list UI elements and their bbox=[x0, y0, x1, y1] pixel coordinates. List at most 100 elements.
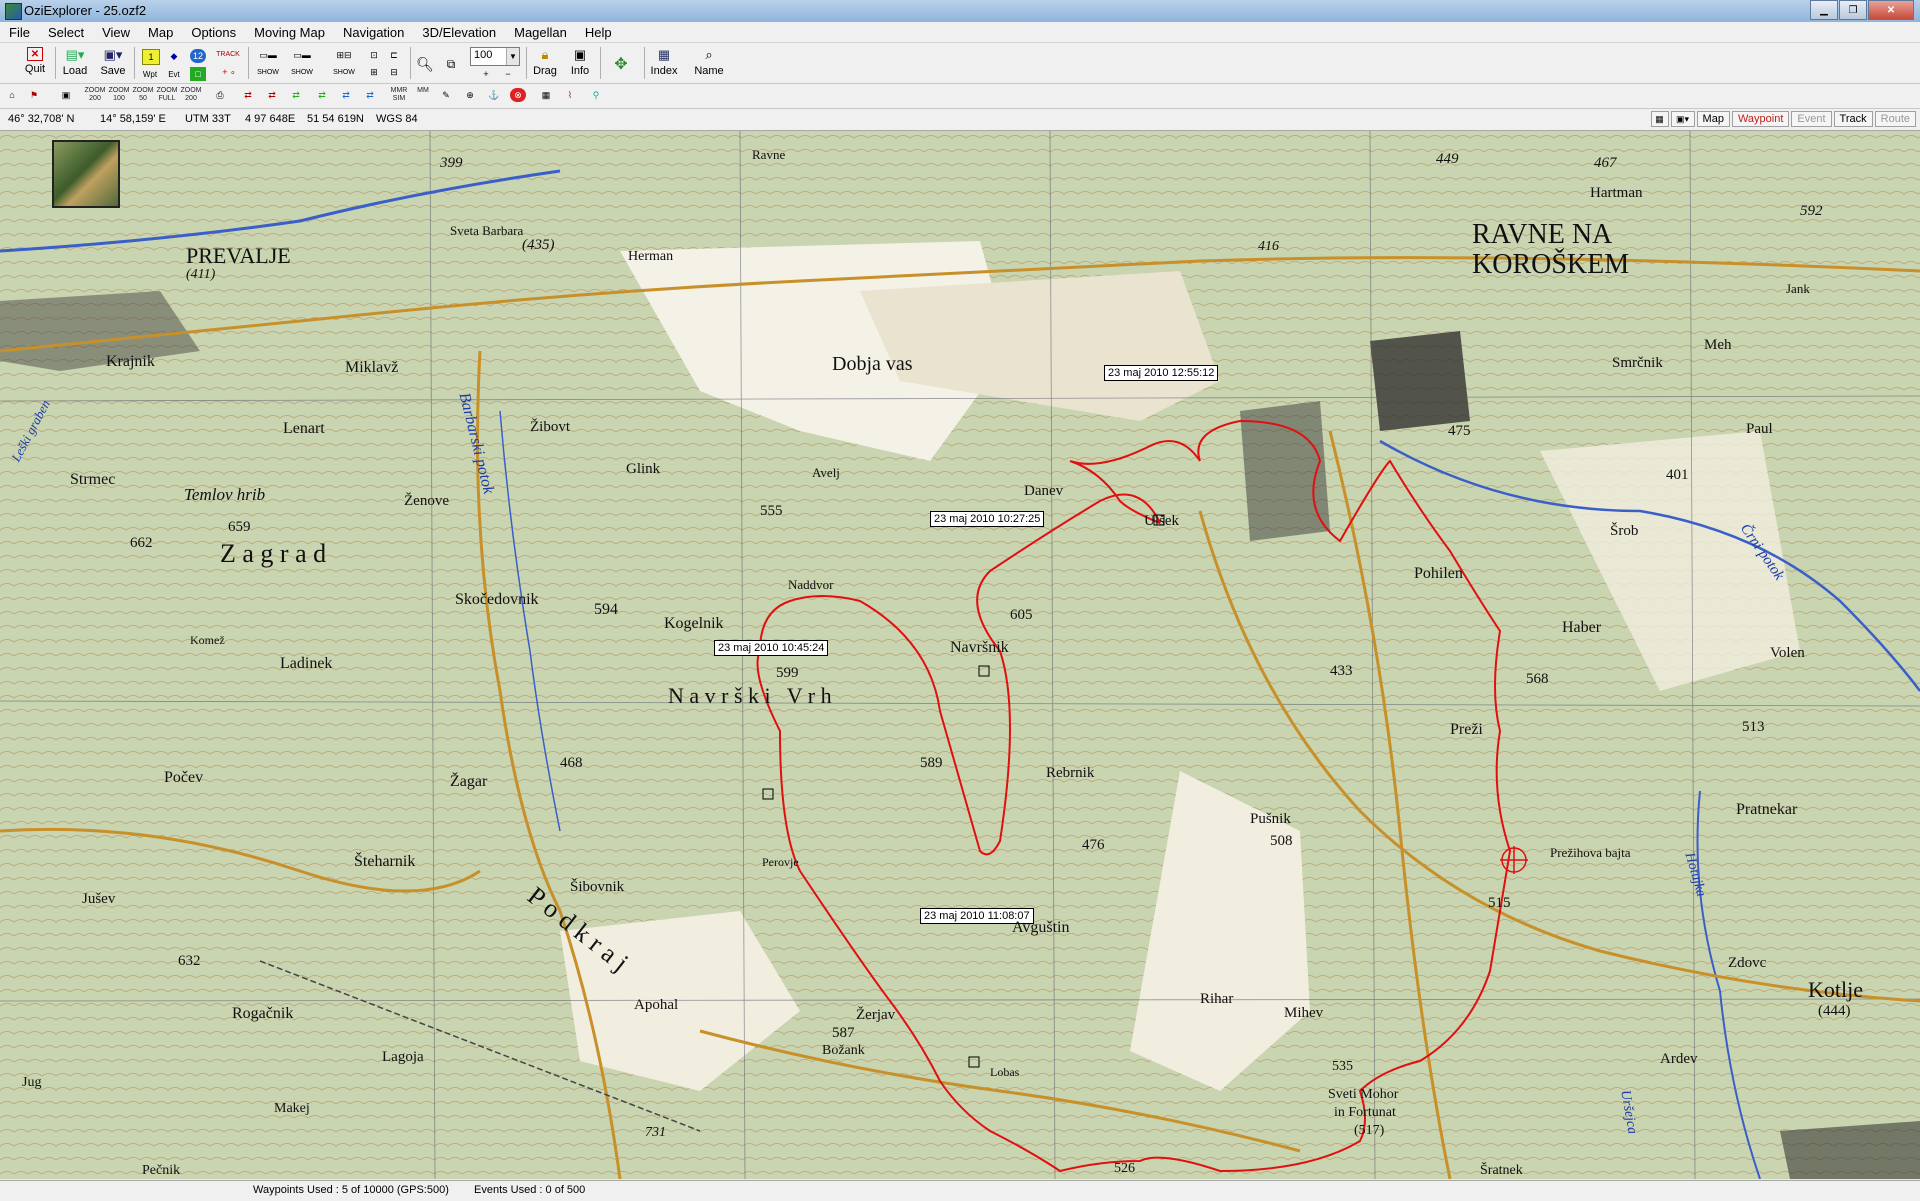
height-label: 594 bbox=[594, 601, 618, 618]
tool-icon[interactable]: ⊞ bbox=[366, 65, 382, 79]
mm-button[interactable]: MM bbox=[414, 87, 432, 105]
track-label[interactable]: TRACK bbox=[212, 47, 244, 61]
menu-navigation[interactable]: Navigation bbox=[334, 22, 413, 42]
place-label: Miklavž bbox=[345, 359, 399, 376]
height-label: 587 bbox=[832, 1025, 855, 1041]
tab-waypoint[interactable]: Waypoint bbox=[1731, 111, 1790, 127]
event-list-icon[interactable]: ▭▬ bbox=[288, 48, 316, 62]
pan-arrows-icon[interactable]: ✥ bbox=[604, 47, 638, 81]
title-bar: OziExplorer - 25.ozf2 ▁ ❐ ✕ bbox=[0, 0, 1920, 22]
menu-map[interactable]: Map bbox=[139, 22, 182, 42]
place-label: Glink bbox=[626, 461, 661, 477]
menu-magellan[interactable]: Magellan bbox=[505, 22, 576, 42]
minimize-button[interactable]: ▁ bbox=[1810, 0, 1838, 20]
tab-map[interactable]: Map bbox=[1696, 111, 1730, 127]
magnifier-icon[interactable]: 🔍︎ bbox=[416, 55, 434, 73]
route-list-icon[interactable]: ⊞⊟ bbox=[330, 48, 358, 62]
place-label: Šratnek bbox=[1480, 1163, 1523, 1178]
maximize-button[interactable]: ❐ bbox=[1839, 0, 1867, 20]
tab-track[interactable]: Track bbox=[1833, 111, 1873, 127]
gps-waypoint-icon[interactable]: ⇄ bbox=[240, 88, 256, 102]
drag-button[interactable]: 🔒︎ Drag bbox=[530, 45, 560, 81]
save-button[interactable]: ▣▾ Save bbox=[98, 45, 128, 81]
overview-window[interactable] bbox=[52, 140, 120, 208]
waypoint-label[interactable]: 23 maj 2010 10:27:25 bbox=[930, 511, 1045, 527]
datum-readout: WGS 84 bbox=[376, 113, 418, 125]
close-button[interactable]: ✕ bbox=[1868, 0, 1914, 20]
wpt-label[interactable]: Wpt bbox=[142, 67, 158, 81]
measure-icon[interactable]: ⊟ bbox=[386, 65, 402, 79]
target-icon[interactable]: ⊕ bbox=[462, 88, 478, 102]
pencil-icon[interactable]: ✎ bbox=[438, 88, 454, 102]
zoom-100-button[interactable]: ZOOM 100 bbox=[108, 87, 130, 105]
zoom-200b-button[interactable]: ZOOM 200 bbox=[180, 87, 202, 105]
map-mark-icon[interactable]: ⚑ bbox=[26, 88, 42, 102]
plus-circle-icon[interactable]: + ∘ bbox=[214, 65, 244, 79]
map-grid-icon[interactable]: ▦ bbox=[1650, 111, 1669, 127]
height-label: 662 bbox=[130, 535, 153, 551]
waypoint-label[interactable]: 23 maj 2010 12:55:12 bbox=[1104, 365, 1219, 381]
zoom-full-button[interactable]: ZOOM FULL bbox=[156, 87, 178, 105]
show-events-label[interactable]: SHOW bbox=[288, 65, 316, 79]
disk-icon: ▣▾ bbox=[103, 47, 123, 62]
green-square-icon[interactable]: □ bbox=[190, 67, 206, 81]
tower-icon[interactable]: ⚲ bbox=[588, 88, 604, 102]
map-tool-icon[interactable]: ⌂ bbox=[4, 88, 20, 102]
info-button[interactable]: ▣ Info bbox=[565, 45, 595, 81]
menu-view[interactable]: View bbox=[93, 22, 139, 42]
grid-icon[interactable]: ▦ bbox=[538, 88, 554, 102]
chart-icon[interactable]: ⌇ bbox=[562, 88, 578, 102]
easting-readout: 4 97 648E bbox=[245, 113, 296, 125]
tab-event[interactable]: Event bbox=[1791, 111, 1832, 127]
place-label: Pušnik bbox=[1250, 811, 1291, 827]
index-button[interactable]: ▦ Index bbox=[648, 45, 680, 81]
zoom-200-button[interactable]: ZOOM 200 bbox=[84, 87, 106, 105]
waypoint-label[interactable]: 23 maj 2010 10:45:24 bbox=[714, 640, 829, 656]
window-controls: ▁ ❐ ✕ bbox=[1809, 0, 1914, 20]
waypoint-list-icon[interactable]: ▭▬ bbox=[254, 48, 282, 62]
show-waypoints-label[interactable]: SHOW bbox=[254, 65, 282, 79]
evt-label[interactable]: Evt bbox=[166, 67, 182, 81]
place-label: Počev bbox=[164, 769, 204, 786]
menu-options[interactable]: Options bbox=[182, 22, 245, 42]
place-label: Avelj bbox=[812, 465, 840, 480]
mmr-sim-button[interactable]: MMR SIM bbox=[388, 87, 410, 105]
tab-route[interactable]: Route bbox=[1874, 111, 1916, 127]
show-routes-label[interactable]: SHOW bbox=[330, 65, 358, 79]
quit-button[interactable]: ✕ Quit bbox=[20, 45, 50, 81]
route-icon[interactable]: 12 bbox=[190, 49, 206, 63]
event-diamond-icon[interactable]: ◆ bbox=[166, 49, 182, 63]
zoom-50-button[interactable]: ZOOM 50 bbox=[132, 87, 154, 105]
gps-ff-icon[interactable]: ⇄ bbox=[338, 88, 354, 102]
gps-event-icon[interactable]: ⇄ bbox=[314, 88, 330, 102]
place-label: Perovje bbox=[762, 855, 799, 869]
gps-route-icon[interactable]: ⇄ bbox=[264, 88, 280, 102]
place-label: Sveta Barbara bbox=[450, 223, 524, 238]
waypoint-icon[interactable]: 1 bbox=[142, 49, 160, 65]
zoom-level-select[interactable]: 100 ▼ bbox=[470, 47, 520, 66]
name-button[interactable]: ⌕ Name bbox=[692, 45, 726, 81]
save-dropdown-icon[interactable]: ▣▾ bbox=[1670, 111, 1695, 127]
line-icon[interactable]: ⊏ bbox=[386, 48, 402, 62]
menu-file[interactable]: File bbox=[0, 22, 39, 42]
stop-icon[interactable]: ⊗ bbox=[510, 88, 526, 102]
load-button[interactable]: ▤▾ Load bbox=[60, 45, 90, 81]
place-label: Strmec bbox=[70, 471, 116, 488]
menu-select[interactable]: Select bbox=[39, 22, 93, 42]
printer-icon[interactable]: ⎙ bbox=[212, 88, 228, 102]
zoom-out-icon[interactable]: − bbox=[500, 67, 516, 81]
gps-track-icon[interactable]: ⇄ bbox=[288, 88, 304, 102]
anchor-icon[interactable]: ⚓ bbox=[486, 88, 502, 102]
menu-help[interactable]: Help bbox=[576, 22, 621, 42]
track-list-icon[interactable]: ⊡ bbox=[366, 48, 382, 62]
map-print-icon[interactable]: ▣ bbox=[58, 88, 74, 102]
map-canvas[interactable]: 23 maj 2010 12:55:12 23 maj 2010 10:27:2… bbox=[0, 131, 1920, 1179]
menu-moving-map[interactable]: Moving Map bbox=[245, 22, 334, 42]
windows-icon[interactable]: ⧉ bbox=[442, 55, 460, 73]
gps-send-icon[interactable]: ⇄ bbox=[362, 88, 378, 102]
height-label: (411) bbox=[186, 267, 216, 282]
menu-3d-elevation[interactable]: 3D/Elevation bbox=[413, 22, 505, 42]
height-label: 568 bbox=[1526, 671, 1549, 687]
zoom-in-icon[interactable]: + bbox=[478, 67, 494, 81]
place-label: Lobas bbox=[990, 1065, 1020, 1079]
